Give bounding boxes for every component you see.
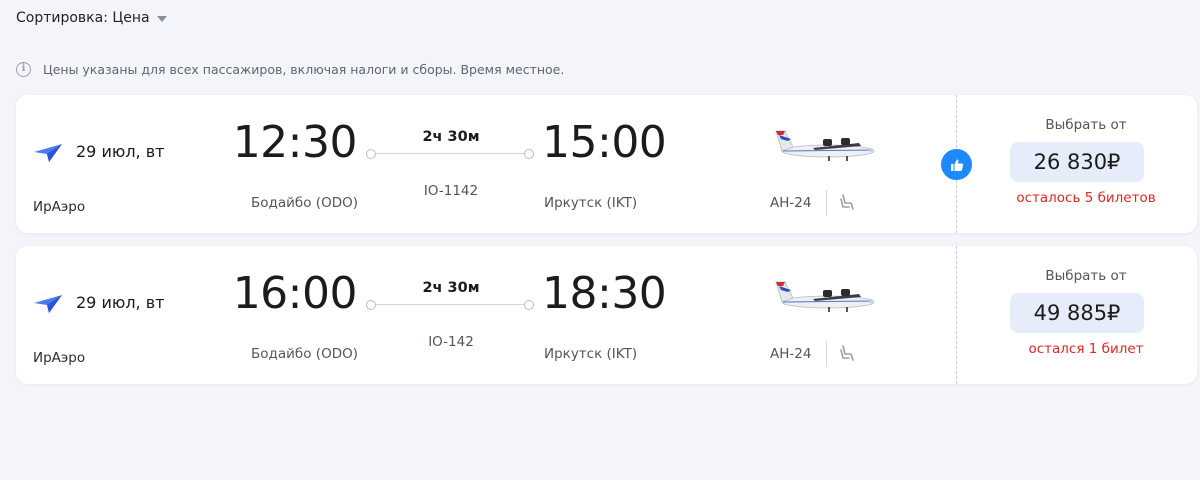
flight-date: 29 июл, вт [76,142,165,161]
arrival-time: 18:30 [542,268,667,319]
aircraft-model: АН-24 [770,346,812,362]
seat-icon [840,345,854,361]
price-notice: i Цены указаны для всех пассажиров, вклю… [16,60,564,78]
route-start-dot [366,299,376,310]
arrival-airport: Иркутск (IKT) [544,195,638,211]
flight-duration: 2ч 30м [422,129,480,145]
flight-number: IO-1142 [423,183,479,199]
select-from-label: Выбрать от [1045,117,1127,133]
aircraft-model: АН-24 [770,195,812,211]
flight-card[interactable]: 29 июл, вт ИрАэро 12:30 Бодайбо (ODO) 2ч… [16,95,1197,233]
route-start-dot [366,148,376,159]
departure-time: 12:30 [232,117,358,168]
price-button[interactable]: 49 885₽ [1010,293,1144,333]
thumbs-up-icon [941,149,972,180]
seat-icon [840,194,854,210]
aircraft-image-icon [775,130,875,161]
route-line [366,299,534,310]
price-button[interactable]: 26 830₽ [1010,142,1144,182]
flight-number: IO-142 [428,334,474,350]
departure-airport: Бодайбо (ODO) [251,195,358,211]
departure-airport: Бодайбо (ODO) [251,346,358,362]
aircraft-divider [826,341,827,367]
card-divider [956,246,957,384]
route-end-dot [524,299,534,310]
airline-logo-icon [34,144,62,162]
price-notice-text: Цены указаны для всех пассажиров, включа… [43,61,565,77]
seats-left-label: остался 1 билет [1028,341,1144,357]
arrival-airport: Иркутск (IKT) [544,346,638,362]
airline-logo-icon [34,295,62,313]
seats-left-label: осталось 5 билетов [1016,190,1156,206]
sort-label: Сортировка: Цена [16,10,150,26]
info-icon: i [16,61,31,77]
arrival-time: 15:00 [542,117,667,168]
sort-dropdown[interactable]: Сортировка: Цена [16,8,167,28]
select-from-label: Выбрать от [1045,268,1127,284]
chevron-down-icon [156,15,167,22]
route-line [366,148,534,159]
airline-name: ИрАэро [33,199,86,215]
airline-name: ИрАэро [33,350,86,366]
departure-time: 16:00 [232,268,358,319]
flight-duration: 2ч 30м [422,280,480,296]
aircraft-image-icon [775,281,875,312]
route-end-dot [524,148,534,159]
flight-date: 29 июл, вт [76,293,165,312]
flight-card[interactable]: 29 июл, вт ИрАэро 16:00 Бодайбо (ODO) 2ч… [16,246,1197,384]
aircraft-divider [826,190,827,216]
